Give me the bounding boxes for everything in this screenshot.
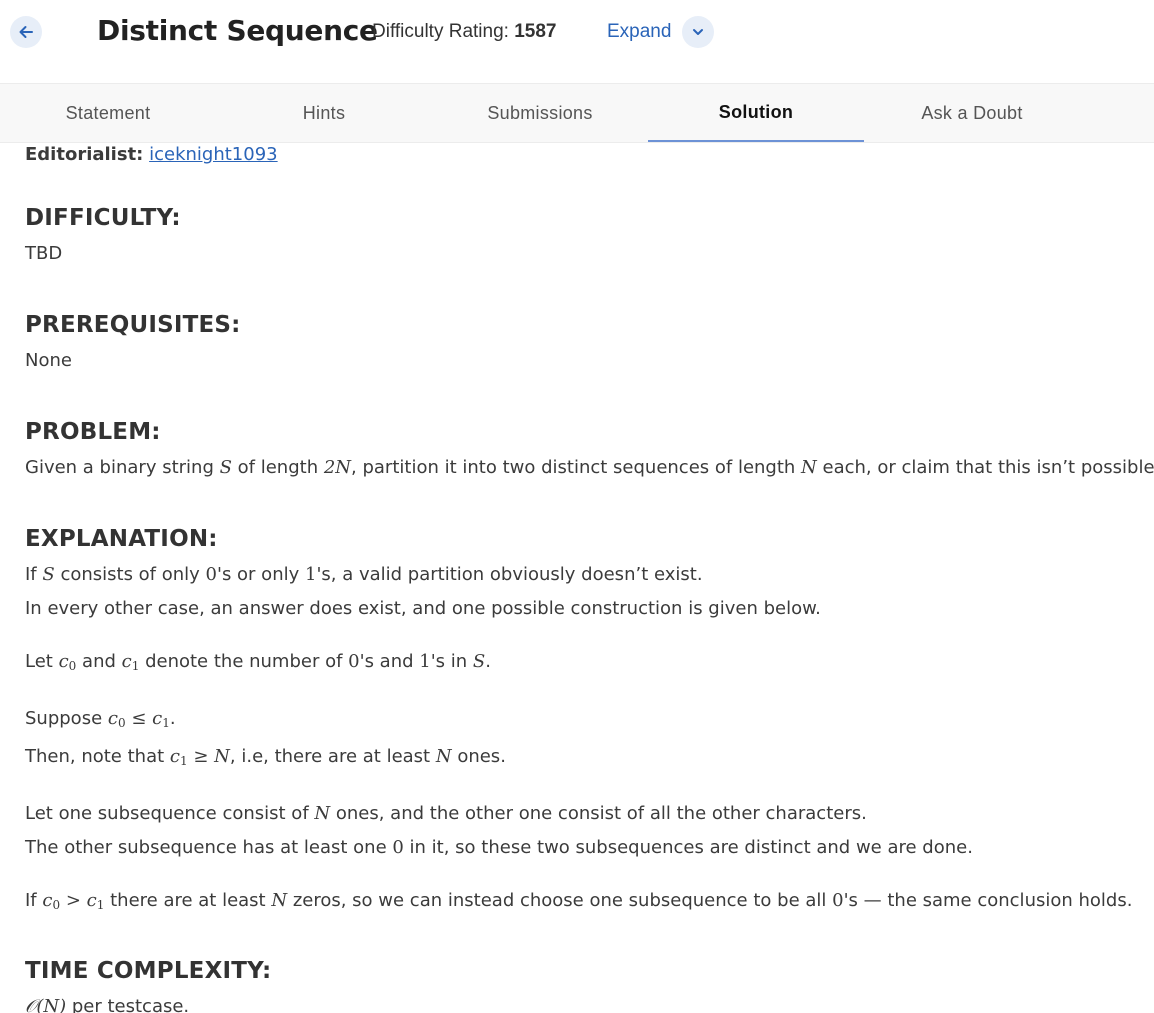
explanation-paragraph-3: Let c0 and c1 denote the number of 0's a…	[25, 645, 1134, 683]
prerequisites-heading: PREREQUISITES:	[25, 312, 241, 338]
math-var: N	[214, 746, 230, 767]
math-var: N	[271, 890, 288, 911]
tab-bar: Statement Hints Submissions Solution Ask…	[0, 84, 1154, 143]
problem-heading: PROBLEM:	[25, 419, 161, 445]
page-title: Distinct Sequence	[97, 14, 378, 47]
explanation-paragraph-2: In every other case, an answer does exis…	[25, 598, 821, 619]
math-var: c	[86, 890, 97, 911]
text-part: If	[25, 890, 43, 911]
editorialist-link[interactable]: iceknight1093	[149, 144, 278, 165]
difficulty-rating-value: 1587	[514, 21, 557, 42]
text-part: 's and	[359, 651, 420, 672]
explanation-heading: EXPLANATION:	[25, 526, 218, 552]
math-operator: >	[60, 890, 87, 911]
math-var: c	[107, 708, 118, 729]
math-var: c	[169, 746, 180, 767]
text-part: 's, a valid partition obviously doesn’t …	[316, 564, 703, 585]
explanation-paragraph-7: The other subsequence has at least one 0…	[25, 831, 1134, 865]
text-part: Let	[25, 651, 59, 672]
text-part: there are at least	[104, 890, 272, 911]
text-part: consists of only	[54, 564, 206, 585]
math-operator: ≥	[187, 746, 215, 767]
math-operator: ≤	[125, 708, 153, 729]
text-part: If	[25, 564, 43, 585]
text-part: 's or only	[217, 564, 305, 585]
math-var: N	[801, 457, 817, 478]
editorialist-label: Editorialist:	[25, 144, 144, 165]
math-subscript: 1	[179, 754, 188, 768]
problem-text-part: Given a binary string	[25, 457, 220, 478]
math-var: c	[152, 708, 163, 729]
text-part: Then, note that	[25, 746, 170, 767]
text-part: zeros, so we can instead choose one subs…	[287, 890, 833, 911]
problem-text-part: of length	[231, 457, 324, 478]
math-var: 0	[348, 651, 360, 672]
editorial-content: Editorialist: iceknight1093 DIFFICULTY: …	[0, 144, 1154, 1013]
chevron-down-icon[interactable]	[682, 16, 715, 48]
text-part: in it, so these two subsequences are dis…	[403, 837, 973, 858]
explanation-paragraph-8: If c0 > c1 there are at least N zeros, s…	[25, 884, 1134, 922]
difficulty-heading: DIFFICULTY:	[25, 205, 181, 231]
tab-hints[interactable]: Hints	[216, 84, 432, 142]
math-subscript: 0	[52, 898, 61, 912]
math-var: 0	[832, 890, 844, 911]
math-var: S	[472, 651, 486, 672]
time-complexity-text: 𝒪(N) per testcase.	[25, 990, 1134, 1013]
explanation-paragraph-1: If S consists of only 0's or only 1's, a…	[25, 558, 1134, 592]
text-part: Let one subsequence consist of	[25, 803, 315, 824]
difficulty-value: TBD	[25, 243, 63, 264]
explanation-paragraph-6: Let one subsequence consist of N ones, a…	[25, 797, 1134, 831]
expand-button[interactable]: Expand	[607, 16, 715, 48]
time-complexity-heading: TIME COMPLEXITY:	[25, 958, 272, 984]
back-button[interactable]	[10, 16, 42, 48]
math-var: 1	[304, 564, 317, 585]
text-part: ones.	[451, 746, 506, 767]
top-bar: Distinct Sequence Difficulty Rating: 158…	[0, 0, 1154, 84]
math-var: c	[58, 651, 69, 672]
difficulty-rating: Difficulty Rating: 1587	[372, 21, 556, 43]
tab-submissions[interactable]: Submissions	[432, 84, 648, 142]
math-var: 0	[205, 564, 217, 585]
tab-ask-a-doubt[interactable]: Ask a Doubt	[864, 84, 1080, 142]
math-var: c	[121, 651, 132, 672]
text-part: per testcase.	[66, 996, 190, 1013]
text-part: ones, and the other one consist of all t…	[330, 803, 867, 824]
difficulty-rating-label: Difficulty Rating:	[372, 21, 515, 42]
text-part: Suppose	[25, 708, 108, 729]
text-part: , i.e, there are at least	[229, 746, 436, 767]
math-var: 2N	[323, 457, 352, 478]
math-var: N	[314, 803, 331, 824]
problem-text-part: each, or claim that this isn’t possible.	[816, 457, 1154, 478]
math-var: N	[435, 746, 452, 767]
text-part: denote the number of	[139, 651, 349, 672]
math-var: S	[219, 457, 232, 478]
math-var: 1	[419, 651, 431, 672]
math-var: 𝒪(N)	[25, 996, 67, 1013]
text-part: 's — the same conclusion holds.	[843, 890, 1133, 911]
tab-statement[interactable]: Statement	[0, 84, 216, 142]
text-part: .	[169, 708, 176, 729]
text-part: and	[76, 651, 122, 672]
explanation-paragraph-4: Suppose c0 ≤ c1.	[25, 702, 1134, 740]
expand-label: Expand	[607, 21, 672, 42]
text-part: The other subsequence has at least one	[25, 837, 393, 858]
arrow-left-icon	[19, 26, 33, 38]
math-subscript: 1	[162, 716, 170, 730]
editorialist-line: Editorialist: iceknight1093	[25, 144, 1134, 166]
explanation-paragraph-5: Then, note that c1 ≥ N, i.e, there are a…	[25, 740, 1134, 778]
math-var: 0	[392, 837, 404, 858]
text-part: .	[485, 651, 491, 672]
tab-solution[interactable]: Solution	[648, 84, 864, 142]
problem-text-part: , partition it into two distinct sequenc…	[351, 457, 802, 478]
math-var: S	[42, 564, 55, 585]
problem-text: Given a binary string S of length 2N, pa…	[25, 451, 1154, 485]
text-part: 's in	[430, 651, 473, 672]
prerequisites-value: None	[25, 350, 72, 371]
math-var: c	[42, 890, 53, 911]
math-subscript: 0	[117, 716, 126, 730]
